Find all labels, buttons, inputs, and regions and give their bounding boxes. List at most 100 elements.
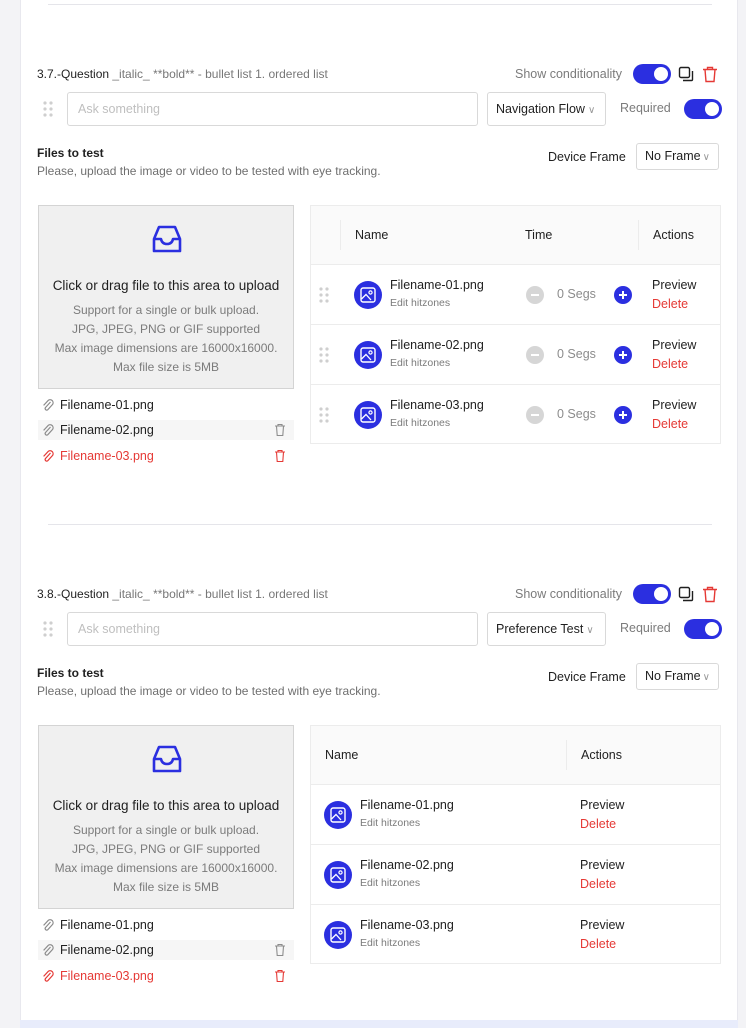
- drag-handle-icon[interactable]: [319, 287, 329, 303]
- increase-time-button[interactable]: [614, 286, 632, 304]
- question-input[interactable]: Ask something: [67, 92, 478, 126]
- time-value: 0 Segs: [557, 347, 596, 361]
- image-thumbnail-icon: [354, 401, 382, 429]
- delete-link[interactable]: Delete: [652, 357, 688, 371]
- drag-handle-icon[interactable]: [43, 101, 53, 117]
- uploaded-file-name: Filename-03.png: [60, 449, 154, 463]
- edit-hitzones-link[interactable]: Edit hitzones: [360, 817, 420, 829]
- preview-link[interactable]: Preview: [652, 398, 696, 412]
- uploaded-file-name: Filename-01.png: [60, 918, 154, 932]
- time-value: 0 Segs: [557, 407, 596, 421]
- uploaded-file[interactable]: Filename-02.png: [38, 940, 294, 960]
- table-header: Name Actions: [311, 726, 720, 785]
- files-to-test-title: Files to test: [37, 146, 104, 160]
- time-value: 0 Segs: [557, 287, 596, 301]
- table-row: Filename-02.png Edit hitzones Preview De…: [311, 845, 720, 905]
- upload-hint: JPG, JPEG, PNG or GIF supported: [71, 322, 261, 336]
- question-title: 3.8.-Question _italic_ **bold** - bullet…: [37, 586, 328, 602]
- question-title: 3.7.-Question _italic_ **bold** - bullet…: [37, 66, 328, 82]
- device-frame-select[interactable]: No Frame ∨: [636, 663, 719, 690]
- device-frame-label: Device Frame: [548, 670, 626, 684]
- upload-hint: Max file size is 5MB: [112, 360, 220, 374]
- show-conditionality-toggle[interactable]: [633, 584, 671, 604]
- preview-link[interactable]: Preview: [580, 858, 624, 872]
- increase-time-button[interactable]: [614, 406, 632, 424]
- uploaded-file-name: Filename-02.png: [60, 943, 154, 957]
- drag-handle-icon[interactable]: [319, 347, 329, 363]
- decrease-time-button[interactable]: [526, 406, 544, 424]
- column-header-actions: Actions: [653, 228, 694, 242]
- delete-question-icon[interactable]: [702, 586, 718, 603]
- files-to-test-title: Files to test: [37, 666, 104, 680]
- required-label: Required: [620, 621, 671, 635]
- trash-icon[interactable]: [274, 449, 286, 463]
- upload-hint: Max image dimensions are 16000x16000.: [54, 861, 278, 875]
- image-thumbnail-icon: [354, 281, 382, 309]
- edit-hitzones-link[interactable]: Edit hitzones: [360, 937, 420, 949]
- preview-link[interactable]: Preview: [580, 918, 624, 932]
- drag-handle-icon[interactable]: [43, 621, 53, 637]
- files-to-test-description: Please, upload the image or video to be …: [37, 164, 381, 178]
- column-header-name: Name: [355, 228, 389, 242]
- increase-time-button[interactable]: [614, 346, 632, 364]
- uploaded-file-name: Filename-02.png: [60, 423, 154, 437]
- question-type-select[interactable]: Navigation Flow ∨: [487, 92, 606, 126]
- required-toggle[interactable]: [684, 99, 722, 119]
- files-table: Name Actions Filename-01.png Edit hitzon…: [310, 725, 721, 964]
- delete-link[interactable]: Delete: [580, 817, 616, 831]
- image-thumbnail-icon: [324, 861, 352, 889]
- question-markdown: _italic_ **bold** - bullet list 1. order…: [109, 587, 328, 601]
- delete-link[interactable]: Delete: [652, 417, 688, 431]
- paperclip-icon: [43, 944, 54, 956]
- chevron-down-icon: ∨: [586, 625, 594, 636]
- upload-hint: Max image dimensions are 16000x16000.: [54, 341, 278, 355]
- show-conditionality-toggle[interactable]: [633, 64, 671, 84]
- uploaded-file-error[interactable]: Filename-03.png: [38, 446, 294, 466]
- drag-handle-icon[interactable]: [319, 407, 329, 423]
- preview-link[interactable]: Preview: [652, 338, 696, 352]
- question-3-7: 3.7.-Question _italic_ **bold** - bullet…: [37, 64, 723, 466]
- delete-question-icon[interactable]: [702, 66, 718, 83]
- trash-icon[interactable]: [274, 969, 286, 983]
- edit-hitzones-link[interactable]: Edit hitzones: [390, 297, 450, 309]
- device-frame-label: Device Frame: [548, 150, 626, 164]
- edit-hitzones-link[interactable]: Edit hitzones: [360, 877, 420, 889]
- device-frame-value: No Frame: [645, 149, 701, 163]
- decrease-time-button[interactable]: [526, 286, 544, 304]
- uploaded-file-error[interactable]: Filename-03.png: [38, 966, 294, 986]
- duplicate-icon[interactable]: [678, 586, 694, 602]
- duplicate-icon[interactable]: [678, 66, 694, 82]
- row-filename: Filename-02.png: [390, 338, 484, 352]
- paperclip-icon: [43, 919, 54, 931]
- question-type-select[interactable]: Preference Test ∨: [487, 612, 606, 646]
- upload-dropzone[interactable]: Click or drag file to this area to uploa…: [38, 725, 294, 909]
- uploaded-file[interactable]: Filename-01.png: [38, 395, 294, 415]
- edit-hitzones-link[interactable]: Edit hitzones: [390, 357, 450, 369]
- files-to-test-description: Please, upload the image or video to be …: [37, 684, 381, 698]
- question-type-value: Preference Test: [496, 622, 584, 636]
- question-input[interactable]: Ask something: [67, 612, 478, 646]
- paperclip-icon: [43, 450, 54, 462]
- trash-icon[interactable]: [274, 423, 286, 437]
- chevron-down-icon: ∨: [702, 672, 710, 683]
- upload-title: Click or drag file to this area to uploa…: [52, 278, 280, 293]
- column-header-actions: Actions: [581, 748, 622, 762]
- uploaded-file[interactable]: Filename-01.png: [38, 915, 294, 935]
- chevron-down-icon: ∨: [702, 152, 710, 163]
- uploaded-file[interactable]: Filename-02.png: [38, 420, 294, 440]
- upload-dropzone[interactable]: Click or drag file to this area to uploa…: [38, 205, 294, 389]
- delete-link[interactable]: Delete: [652, 297, 688, 311]
- row-filename: Filename-01.png: [390, 278, 484, 292]
- image-thumbnail-icon: [324, 801, 352, 829]
- required-toggle[interactable]: [684, 619, 722, 639]
- chevron-down-icon: ∨: [587, 105, 596, 116]
- delete-link[interactable]: Delete: [580, 877, 616, 891]
- show-conditionality-label: Show conditionality: [514, 67, 622, 81]
- device-frame-select[interactable]: No Frame ∨: [636, 143, 719, 170]
- delete-link[interactable]: Delete: [580, 937, 616, 951]
- trash-icon[interactable]: [274, 943, 286, 957]
- preview-link[interactable]: Preview: [580, 798, 624, 812]
- preview-link[interactable]: Preview: [652, 278, 696, 292]
- edit-hitzones-link[interactable]: Edit hitzones: [390, 417, 450, 429]
- decrease-time-button[interactable]: [526, 346, 544, 364]
